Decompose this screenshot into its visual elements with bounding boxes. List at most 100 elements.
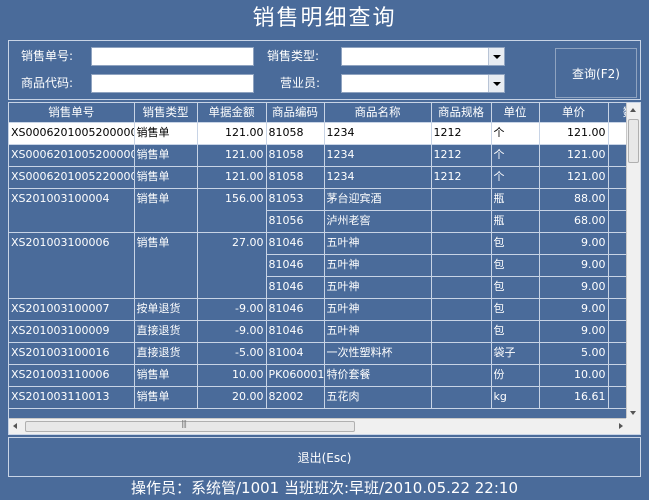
column-header[interactable]: 单位 xyxy=(491,103,540,123)
scrollbar-corner xyxy=(626,418,640,434)
column-header[interactable]: 商品规格 xyxy=(431,103,492,123)
table-cell: 1212 xyxy=(431,122,492,145)
table-cell: 81056 xyxy=(266,210,325,233)
table-row[interactable]: 81046 五叶神 包 9.00 xyxy=(9,254,628,277)
table-cell xyxy=(608,144,628,167)
query-button[interactable]: 查询(F2) xyxy=(555,48,637,98)
table-cell: 10.00 xyxy=(539,364,609,387)
table-cell xyxy=(608,386,628,409)
exit-button[interactable]: 退出(Esc) xyxy=(9,438,640,476)
horizontal-scrollbar[interactable] xyxy=(9,418,628,434)
table-cell xyxy=(197,276,267,299)
table-cell xyxy=(197,210,267,233)
table-cell: 份 xyxy=(491,364,540,387)
table-cell: 销售单 xyxy=(134,166,198,189)
table-cell xyxy=(431,364,492,387)
table-cell xyxy=(608,254,628,277)
horizontal-scroll-thumb[interactable] xyxy=(25,419,355,432)
scroll-up-icon[interactable] xyxy=(627,103,640,117)
table-cell: 直接退货 xyxy=(134,320,198,343)
table-row[interactable]: XS201003100006 销售单 27.00 81046 五叶神 包 9.00 xyxy=(9,232,628,255)
table-row[interactable]: XS201003100007 按单退货 -9.00 81046 五叶神 包 9.00 xyxy=(9,298,628,321)
table-cell: 1212 xyxy=(431,144,492,167)
table-cell: 121.00 xyxy=(197,122,267,145)
vertical-scrollbar[interactable] xyxy=(626,103,640,420)
table-cell: 121.00 xyxy=(197,144,267,167)
column-header[interactable]: 单据金额 xyxy=(197,103,267,123)
table-cell xyxy=(9,276,135,299)
column-header[interactable]: 商品名称 xyxy=(324,103,432,123)
table-cell: 销售单 xyxy=(134,144,198,167)
table-cell: 五叶神 xyxy=(324,232,432,255)
table-cell: 10.00 xyxy=(197,364,267,387)
table-cell: 1234 xyxy=(324,122,432,145)
table-row[interactable]: XS201003100004 销售单 156.00 81053 茅台迎宾酒 瓶 88.00 xyxy=(9,188,628,211)
table-cell: XS201003110006 xyxy=(9,364,135,387)
table-cell: 81046 xyxy=(266,232,325,255)
table-cell xyxy=(608,166,628,189)
table-cell: 88.00 xyxy=(539,188,609,211)
table-cell xyxy=(608,122,628,145)
table-cell: kg xyxy=(491,386,540,409)
product-code-input[interactable] xyxy=(91,74,254,93)
table-cell: 泸州老窖 xyxy=(324,210,432,233)
sale-type-select[interactable] xyxy=(341,47,505,66)
table-cell: 个 xyxy=(491,166,540,189)
table-cell: 9.00 xyxy=(539,276,609,299)
table-row[interactable]: XS201003100016 直接退货 -5.00 81004 一次性塑料杯 袋子 5.00 xyxy=(9,342,628,365)
table-cell: XS201003100016 xyxy=(9,342,135,365)
table-cell xyxy=(608,320,628,343)
table-row[interactable]: XS201003100009 直接退货 -9.00 81046 五叶神 包 9.00 xyxy=(9,320,628,343)
table-cell: 81053 xyxy=(266,188,325,211)
vertical-scroll-thumb[interactable] xyxy=(628,119,639,163)
window-title: 销售明细查询 xyxy=(252,6,397,31)
table-row[interactable]: XS00062010052000002 销售单 121.00 81058 1234 121… xyxy=(9,144,628,167)
table-cell xyxy=(608,298,628,321)
table-cell: 81046 xyxy=(266,276,325,299)
table-row[interactable]: XS00062010052200001 销售单 121.00 81058 1234 121… xyxy=(9,166,628,189)
table-cell xyxy=(134,276,198,299)
table-cell xyxy=(134,254,198,276)
column-header[interactable]: 商品编码 xyxy=(266,103,325,123)
table-cell: 121.00 xyxy=(197,166,267,189)
table-cell: 五叶神 xyxy=(324,298,432,321)
table-cell: 121.00 xyxy=(539,122,609,145)
column-header[interactable]: 销售类型 xyxy=(134,103,198,123)
sale-type-label: 销售类型: xyxy=(267,49,320,63)
table-row[interactable]: 81056 泸州老窖 瓶 68.00 xyxy=(9,210,628,233)
table-cell: XS201003100009 xyxy=(9,320,135,343)
table-cell: 1234 xyxy=(324,166,432,189)
column-header[interactable]: 数 xyxy=(608,103,628,123)
table-header: 销售单号销售类型单据金额商品编码商品名称商品规格单位单价数 xyxy=(9,103,628,123)
chevron-down-icon[interactable] xyxy=(488,75,504,92)
table-cell: 包 xyxy=(491,320,540,343)
status-bar: 操作员：系统管/1001 当班班次:早班/2010.05.22 22:10 xyxy=(131,479,518,497)
table-row[interactable]: XS201003110006 销售单 10.00 PK060001 特价套餐份 10.00 xyxy=(9,364,628,387)
clerk-select[interactable] xyxy=(341,74,505,93)
table-cell: 销售单 xyxy=(134,232,198,254)
table-cell: 五花肉 xyxy=(324,386,432,409)
column-header[interactable]: 单价 xyxy=(539,103,609,123)
column-header[interactable]: 销售单号 xyxy=(9,103,135,123)
table-cell: 一次性塑料杯 xyxy=(324,342,432,365)
table-row[interactable]: XS201003110013 销售单 20.00 82002 五花肉 kg 16.61 xyxy=(9,386,628,409)
scroll-left-icon[interactable] xyxy=(9,419,23,434)
table-row[interactable]: XS00062010052000001 销售单 121.00 81058 1234 121… xyxy=(9,122,628,145)
table-cell: 81046 xyxy=(266,254,325,277)
table-cell: 5.00 xyxy=(539,342,609,365)
table-cell: 瓶 xyxy=(491,188,540,211)
table-cell: 81046 xyxy=(266,320,325,343)
clerk-label: 营业员: xyxy=(280,76,321,90)
table-cell xyxy=(431,298,492,321)
order-no-input[interactable] xyxy=(91,47,254,66)
table-cell xyxy=(608,188,628,211)
table-cell xyxy=(431,188,492,211)
table-cell: XS201003100006 xyxy=(9,232,135,254)
table-cell xyxy=(431,254,492,277)
sales-detail-grid[interactable]: 销售单号销售类型单据金额商品编码商品名称商品规格单位单价数 XS00062010… xyxy=(8,102,641,435)
table-cell: 包 xyxy=(491,254,540,277)
table-row[interactable]: 81046 五叶神 包 9.00 xyxy=(9,276,628,299)
table-cell: 茅台迎宾酒 xyxy=(324,188,432,211)
chevron-down-icon[interactable] xyxy=(488,48,504,65)
table-cell: 直接退货 xyxy=(134,342,198,365)
